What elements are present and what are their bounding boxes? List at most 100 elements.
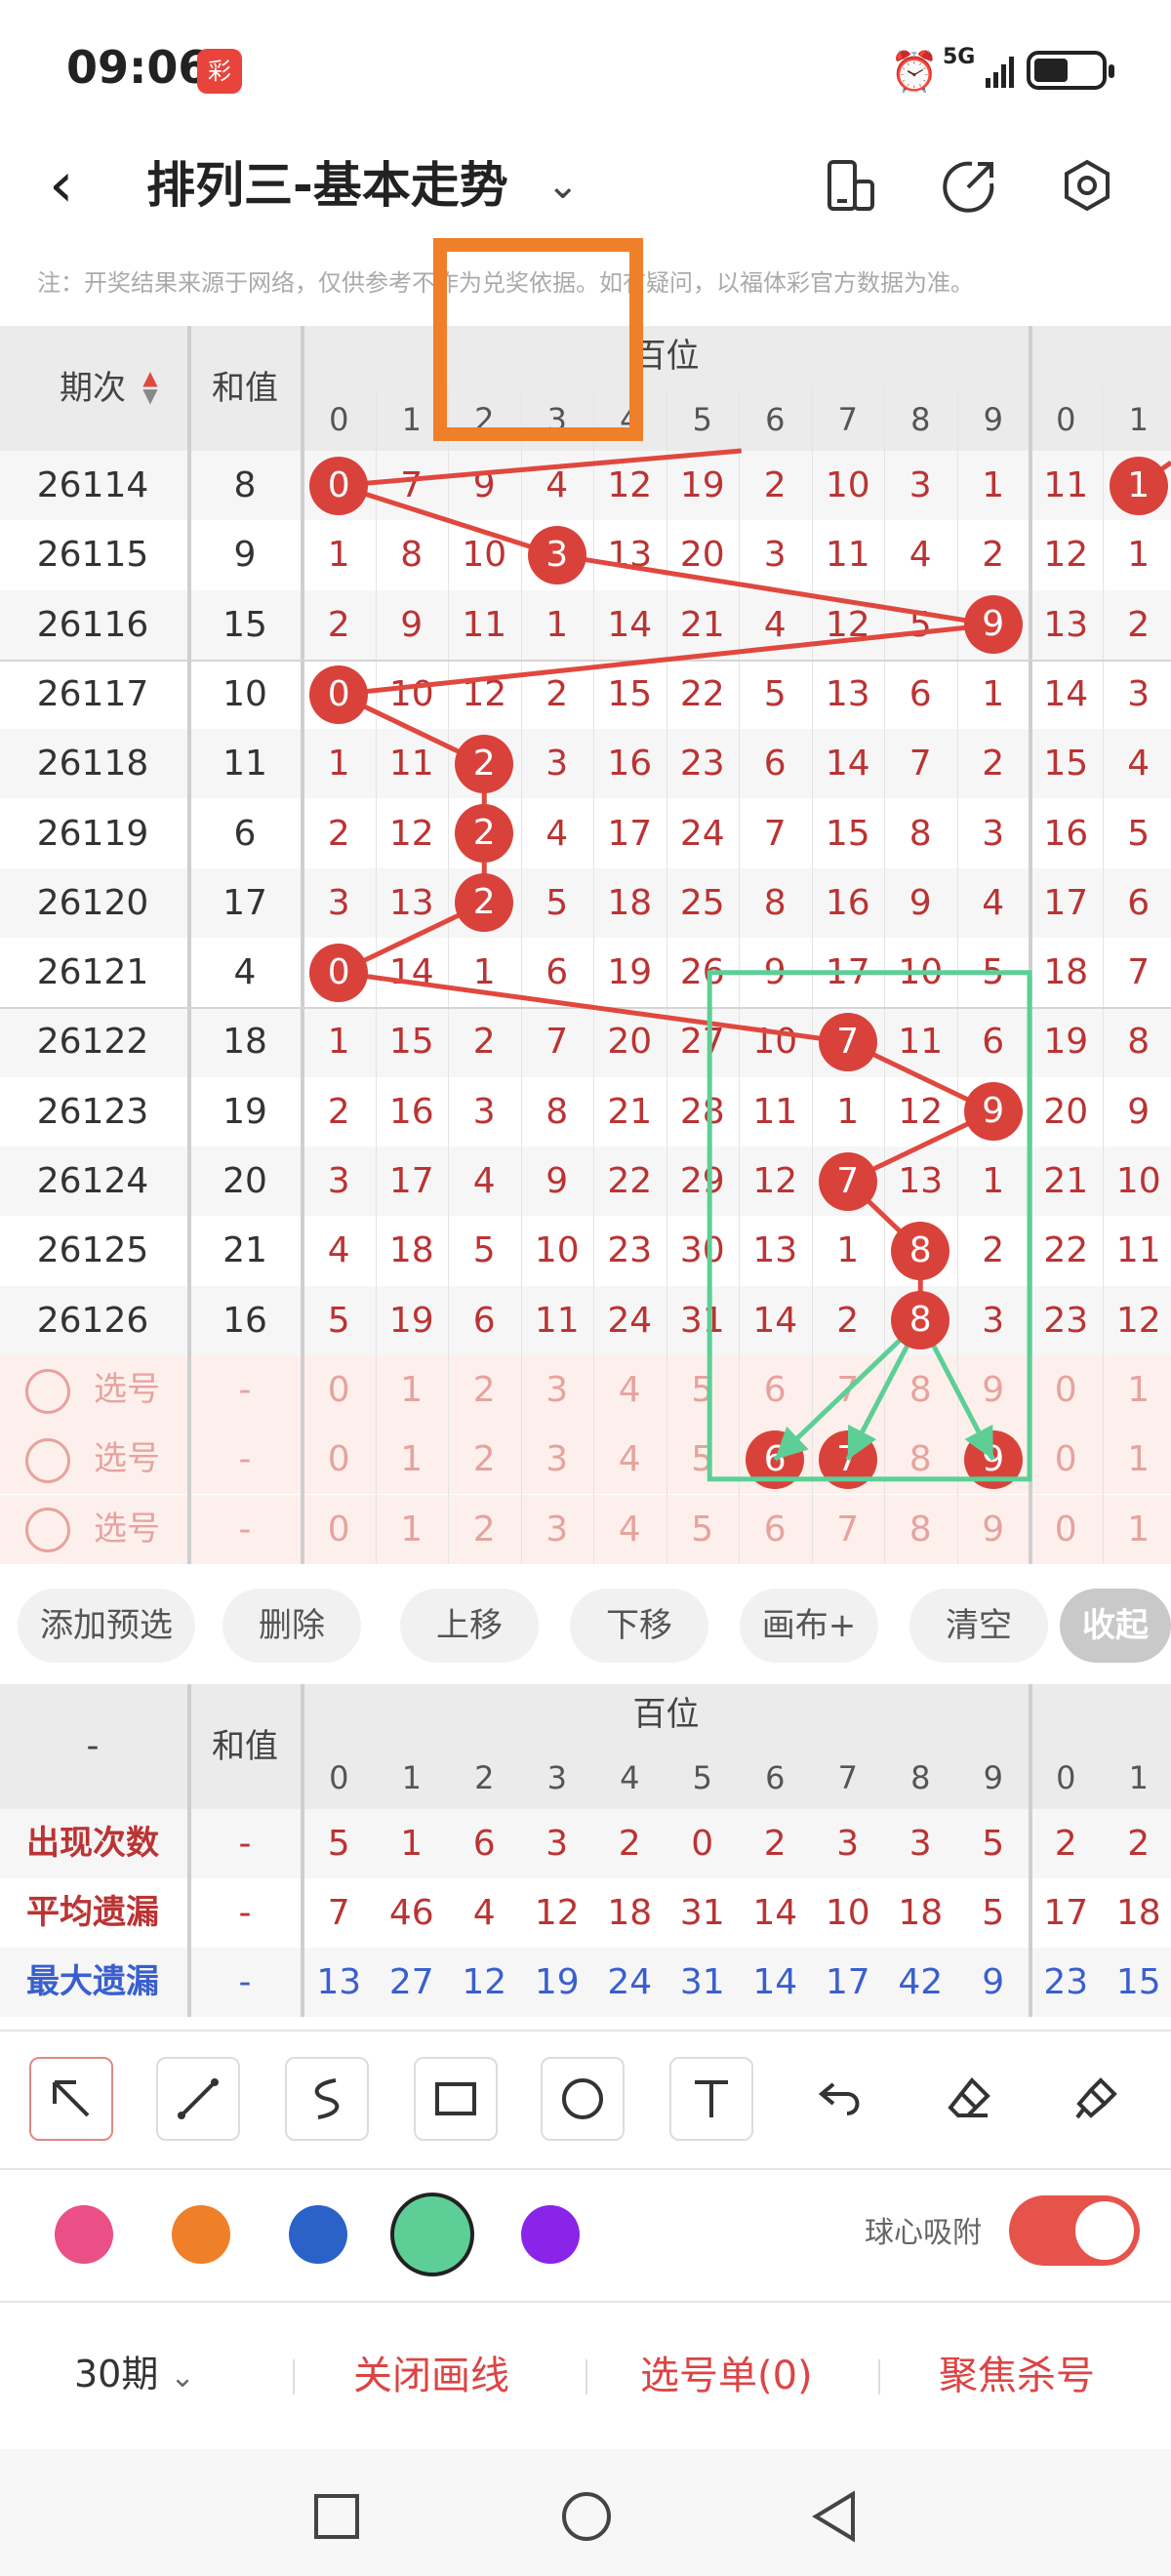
select-cell[interactable]: 4 — [593, 1355, 666, 1425]
miss-cell: 4 — [545, 813, 569, 854]
home-icon[interactable] — [560, 2490, 613, 2543]
select-cell[interactable]: 3 — [521, 1355, 594, 1425]
select-cell[interactable]: 0 — [1030, 1425, 1103, 1494]
miss-cell: 2 — [982, 1230, 1005, 1271]
select-radio[interactable] — [25, 1437, 70, 1483]
curve-icon[interactable] — [285, 2057, 369, 2141]
delete-button[interactable]: 删除 — [222, 1589, 361, 1663]
miss-cell: 14 — [388, 952, 434, 993]
select-cell[interactable]: 2 — [448, 1495, 521, 1564]
period-cell: 26126 — [36, 1300, 149, 1341]
purple-swatch[interactable] — [521, 2205, 580, 2264]
miss-cell: 5 — [982, 952, 1005, 993]
select-cell[interactable]: 1 — [1103, 1495, 1171, 1564]
period-selector[interactable]: 30期 ⌄ — [74, 2344, 195, 2397]
sort-icon[interactable]: ▲ ▼ — [139, 368, 162, 408]
select-cell[interactable]: 5 — [666, 1495, 740, 1564]
settings-icon[interactable] — [1056, 154, 1118, 217]
miss-cell: 3 — [982, 813, 1005, 854]
orange-swatch[interactable] — [172, 2205, 230, 2264]
miss-cell: 1 — [545, 604, 569, 645]
picked-ball[interactable]: 9 — [963, 1429, 1023, 1489]
share-icon[interactable] — [939, 154, 1001, 217]
green-swatch[interactable] — [390, 2193, 474, 2276]
pink-swatch[interactable] — [55, 2205, 113, 2264]
eraser-icon[interactable] — [927, 2057, 1011, 2141]
back-icon[interactable]: ‹ — [49, 146, 107, 224]
select-cell[interactable]: 1 — [376, 1355, 449, 1425]
select-cell[interactable]: 2 — [448, 1355, 521, 1425]
canvas-plus-button[interactable]: 画布+ — [740, 1589, 878, 1663]
recents-icon[interactable] — [312, 2492, 361, 2541]
select-cell[interactable]: 6 — [739, 1355, 812, 1425]
period-cell: 26125 — [36, 1230, 149, 1271]
select-cell[interactable]: 9 — [957, 1355, 1030, 1425]
move-up-button[interactable]: 上移 — [400, 1589, 539, 1663]
miss-cell: 13 — [898, 1161, 944, 1201]
rectangle-icon[interactable] — [414, 2057, 498, 2141]
circle-icon[interactable] — [541, 2057, 625, 2141]
brush-icon[interactable] — [1054, 2057, 1138, 2141]
miss-cell: 7 — [545, 1022, 569, 1063]
select-cell[interactable]: 5 — [666, 1355, 740, 1425]
select-cell[interactable]: 0 — [1030, 1355, 1103, 1425]
text-icon[interactable] — [669, 2057, 753, 2141]
divider — [878, 2359, 880, 2395]
select-cell[interactable]: 6 — [739, 1495, 812, 1564]
select-cell[interactable]: 0 — [303, 1355, 376, 1425]
miss-cell: 4 — [982, 882, 1005, 923]
move-down-button[interactable]: 下移 — [570, 1589, 708, 1663]
select-cell[interactable]: 8 — [884, 1425, 957, 1494]
stats-value: 31 — [679, 1962, 725, 2002]
select-cell[interactable]: 4 — [593, 1495, 666, 1564]
collapse-button[interactable]: 收起 — [1060, 1589, 1171, 1663]
snap-to-center-toggle[interactable] — [1009, 2195, 1140, 2266]
select-cell[interactable]: 3 — [521, 1495, 594, 1564]
select-cell[interactable]: 8 — [884, 1495, 957, 1564]
select-cell[interactable]: 0 — [303, 1495, 376, 1564]
miss-cell: 2 — [327, 813, 350, 854]
select-cell[interactable]: 8 — [884, 1355, 957, 1425]
select-cell[interactable]: 3 — [521, 1425, 594, 1494]
miss-cell: 2 — [982, 744, 1005, 785]
select-cell[interactable]: 7 — [812, 1355, 885, 1425]
select-cell[interactable]: 1 — [376, 1495, 449, 1564]
clock: 09:06 — [66, 41, 210, 94]
focus-kill-button[interactable]: 聚焦杀号 — [939, 2344, 1095, 2400]
miss-cell: 14 — [825, 744, 870, 785]
select-cell[interactable]: 1 — [1103, 1425, 1171, 1494]
blue-swatch[interactable] — [289, 2205, 347, 2264]
select-cell[interactable]: 0 — [303, 1425, 376, 1494]
stats-digit-header: 4 — [620, 1759, 640, 1796]
trend-table: 期次 ▲ ▼ 和值 百位 0 1 2 3 4 5 6 7 8 9 0 1 26114 8 0 7 9 4 12 19 2 10 3 1 1… — [0, 238, 1171, 1575]
clear-button[interactable]: 清空 — [909, 1589, 1048, 1663]
miss-cell: 11 — [388, 744, 434, 785]
select-radio[interactable] — [25, 1508, 70, 1553]
miss-cell: 7 — [400, 465, 424, 505]
select-label[interactable]: 选号 — [78, 1495, 176, 1564]
picked-ball[interactable]: 7 — [818, 1429, 877, 1489]
select-radio[interactable] — [25, 1368, 70, 1414]
select-cell[interactable]: 1 — [1103, 1355, 1171, 1425]
select-cell[interactable]: 2 — [448, 1425, 521, 1494]
select-label[interactable]: 选号 — [78, 1355, 176, 1425]
select-cell[interactable]: 7 — [812, 1495, 885, 1564]
arrow-icon[interactable] — [29, 2057, 113, 2141]
undo-icon[interactable] — [798, 2057, 882, 2141]
chevron-down-icon[interactable]: ⌄ — [546, 146, 595, 224]
close-lines-button[interactable]: 关闭画线 — [353, 2344, 509, 2400]
select-cell[interactable]: 9 — [957, 1495, 1030, 1564]
select-cell[interactable]: 5 — [666, 1425, 740, 1494]
select-cell[interactable]: 0 — [1030, 1495, 1103, 1564]
select-cell[interactable]: 1 — [376, 1425, 449, 1494]
split-screen-icon[interactable] — [820, 154, 882, 217]
add-preselect-button[interactable]: 添加预选 — [18, 1589, 195, 1663]
picked-ball[interactable]: 6 — [746, 1429, 805, 1489]
selection-list-button[interactable]: 选号单(0) — [640, 2344, 813, 2400]
line-icon[interactable] — [156, 2057, 240, 2141]
drawn-rectangle[interactable] — [433, 238, 644, 441]
miss-cell: 10 — [825, 465, 870, 505]
select-label[interactable]: 选号 — [78, 1425, 176, 1494]
back-nav-icon[interactable] — [810, 2490, 859, 2543]
select-cell[interactable]: 4 — [593, 1425, 666, 1494]
